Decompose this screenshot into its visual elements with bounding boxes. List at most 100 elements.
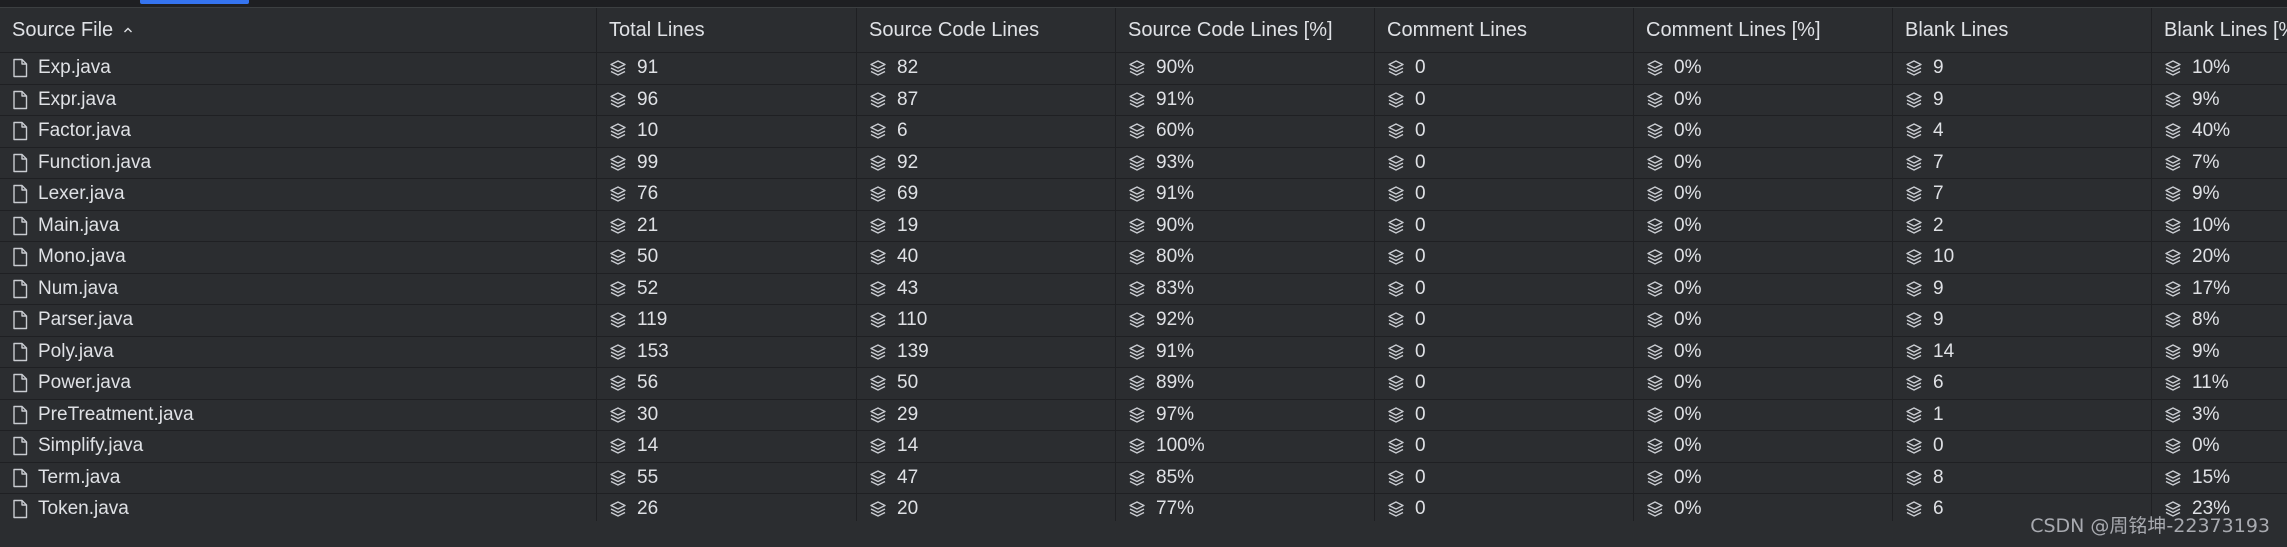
cell-value: 0% — [2192, 435, 2220, 457]
column-header-source-file[interactable]: Source File — [0, 8, 597, 52]
stack-icon — [869, 154, 887, 172]
table-row[interactable]: Parser.java 119 110 92% 0 0% 9 8% — [0, 305, 2287, 337]
column-header-total-lines[interactable]: Total Lines — [597, 8, 857, 52]
table-row[interactable]: Function.java 99 92 93% 0 0% 7 7% — [0, 147, 2287, 179]
stack-icon — [2164, 217, 2182, 235]
stack-icon — [609, 248, 627, 266]
table-row[interactable]: Expr.java 96 87 91% 0 0% 9 9% — [0, 84, 2287, 116]
cell-source-code-lines-percent: 60% — [1116, 116, 1375, 147]
stack-icon — [2164, 469, 2182, 487]
stack-icon — [1128, 437, 1146, 455]
stack-icon — [1905, 154, 1923, 172]
cell-blank-lines-percent: 15% — [2152, 463, 2287, 494]
cell-value: 14 — [637, 435, 659, 457]
cell-total-lines: 26 — [597, 494, 857, 525]
column-header-source-code-lines[interactable]: Source Code Lines — [857, 8, 1116, 52]
stack-icon — [1646, 185, 1664, 203]
table-row[interactable]: Num.java 52 43 83% 0 0% 9 17% — [0, 273, 2287, 305]
stack-icon — [609, 437, 627, 455]
column-header-label: Source Code Lines — [869, 18, 1040, 41]
stack-icon — [2164, 248, 2182, 266]
table-row[interactable]: Exp.java 91 82 90% 0 0% 9 10% — [0, 53, 2287, 85]
table-row[interactable]: Factor.java 10 6 60% 0 0% 4 40% — [0, 116, 2287, 148]
stack-icon — [1128, 217, 1146, 235]
cell-comment-lines-percent: 0% — [1634, 305, 1893, 336]
cell-value: 15% — [2192, 466, 2231, 488]
cell-source-code-lines: 50 — [857, 368, 1116, 399]
cell-file-name: Term.java — [0, 462, 597, 493]
stack-icon — [2164, 343, 2182, 361]
cell-value: 55 — [637, 466, 659, 488]
file-icon — [12, 373, 28, 393]
cell-source-code-lines: 92 — [857, 147, 1116, 178]
stack-icon — [869, 406, 887, 424]
table-row[interactable]: Term.java 55 47 85% 0 0% 8 15% — [0, 462, 2287, 494]
cell-source-code-lines-percent: 91% — [1116, 336, 1375, 367]
cell-blank-lines: 7 — [1893, 147, 2152, 178]
cell-value: 0 — [1415, 498, 1426, 520]
stack-icon — [609, 469, 627, 487]
column-header-comment-lines-percent[interactable]: Comment Lines [%] — [1634, 8, 1893, 52]
cell-source-code-lines-percent: 92% — [1116, 305, 1375, 336]
cell-comment-lines: 0 — [1375, 179, 1634, 210]
cell-blank-lines: 9 — [1893, 305, 2152, 336]
stack-icon — [869, 437, 887, 455]
stack-icon — [1905, 91, 1923, 109]
column-header-blank-lines[interactable]: Blank Lines — [1893, 8, 2152, 52]
cell-value: 40% — [2192, 120, 2231, 142]
cell-value: 0 — [1415, 183, 1426, 205]
cell-blank-lines: 2 — [1893, 210, 2152, 241]
cell-source-code-lines-percent: 93% — [1116, 147, 1375, 178]
table-row[interactable]: Main.java 21 19 90% 0 0% 2 10% — [0, 210, 2287, 242]
table-row[interactable]: Mono.java 50 40 80% 0 0% 10 20% — [0, 242, 2287, 274]
cell-value: 50 — [637, 246, 659, 268]
column-header-comment-lines[interactable]: Comment Lines — [1375, 8, 1634, 52]
stack-icon — [1905, 374, 1923, 392]
column-header-source-code-lines-percent[interactable]: Source Code Lines [%] — [1116, 8, 1375, 52]
cell-value: 14 — [897, 435, 919, 457]
stack-icon — [609, 280, 627, 298]
cell-value: 0% — [1674, 57, 1702, 79]
cell-value: 43 — [897, 277, 919, 299]
cell-total-lines: 76 — [597, 179, 857, 210]
stack-icon — [1387, 406, 1405, 424]
cell-total-lines: 56 — [597, 368, 857, 399]
cell-value: 0 — [1415, 277, 1426, 299]
table-row[interactable]: Simplify.java 14 14 100% 0 0% 0 0% — [0, 431, 2287, 463]
cell-file-name: Factor.java — [0, 116, 597, 147]
column-header-blank-lines-percent[interactable]: Blank Lines [% — [2152, 8, 2287, 52]
stack-icon — [869, 248, 887, 266]
cell-comment-lines-percent: 0% — [1634, 462, 1893, 493]
cell-value: 0% — [1674, 309, 1702, 331]
stack-icon — [869, 280, 887, 298]
table-row[interactable]: Poly.java 153 139 91% 0 0% 14 9% — [0, 336, 2287, 368]
cell-value: Exp.java — [38, 57, 111, 79]
cell-value: 0% — [1674, 214, 1702, 236]
stack-icon — [2164, 154, 2182, 172]
stack-icon — [2164, 280, 2182, 298]
sort-ascending-icon[interactable] — [123, 25, 133, 35]
table-row[interactable]: Lexer.java 76 69 91% 0 0% 7 9% — [0, 179, 2287, 211]
file-icon — [12, 153, 28, 173]
cell-value: 0% — [1674, 183, 1702, 205]
column-header-label: Source File — [12, 18, 114, 41]
cell-value: 87 — [897, 88, 919, 110]
active-tab-indicator[interactable] — [140, 0, 249, 4]
table-row[interactable]: Power.java 56 50 89% 0 0% 6 11% — [0, 368, 2287, 400]
stack-icon — [869, 343, 887, 361]
table-row[interactable]: PreTreatment.java 30 29 97% 0 0% 1 3% — [0, 399, 2287, 431]
table-header: Source File Total Lines Source Code Line… — [0, 8, 2287, 53]
cell-comment-lines-percent: 0% — [1634, 84, 1893, 115]
cell-value: 91 — [637, 57, 659, 79]
table-empty-area — [0, 521, 2287, 547]
file-icon — [12, 90, 28, 110]
cell-value: 8% — [2192, 309, 2220, 331]
stack-icon — [609, 185, 627, 203]
cell-value: 96 — [637, 88, 659, 110]
column-header-label: Blank Lines — [1905, 18, 2009, 41]
cell-comment-lines: 0 — [1375, 305, 1634, 336]
cell-value: 6 — [897, 120, 908, 142]
cell-comment-lines: 0 — [1375, 494, 1634, 525]
stack-icon — [1128, 154, 1146, 172]
cell-value: 90% — [1156, 214, 1195, 236]
